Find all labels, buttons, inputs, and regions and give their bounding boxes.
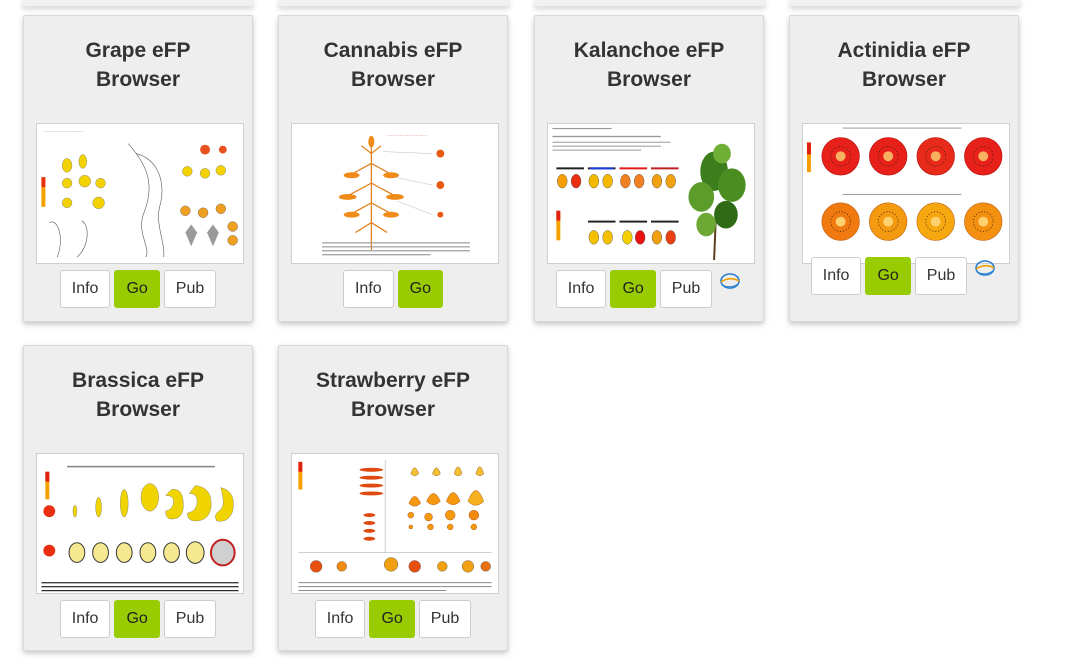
go-button[interactable]: Go xyxy=(114,600,160,638)
card-kalanchoe-efp: Kalanchoe eFP Browser Info Go Pub xyxy=(534,15,764,322)
card-cannabis-efp: Cannabis eFP Browser ...................… xyxy=(278,15,508,322)
pub-button[interactable]: Pub xyxy=(418,600,472,638)
card-actions: Info Go Pub xyxy=(535,270,763,308)
card-title: Grape eFP Browser xyxy=(85,39,191,91)
card-above-shadow xyxy=(278,0,510,6)
brassica-efp-thumbnail[interactable] xyxy=(36,453,244,594)
info-button[interactable]: Info xyxy=(555,270,607,308)
go-button[interactable]: Go xyxy=(865,257,911,295)
card-actions: Info Go xyxy=(279,270,507,308)
svg-text:..........................: .......................... xyxy=(43,128,84,134)
go-button[interactable]: Go xyxy=(610,270,656,308)
publication-globe-icon[interactable] xyxy=(718,272,742,292)
card-brassica-efp: Brassica eFP Browser Info Go Pub xyxy=(23,345,253,651)
card-actions: Info Go Pub xyxy=(790,257,1018,295)
card-grape-efp: Grape eFP Browser ......................… xyxy=(23,15,253,322)
card-title: Kalanchoe eFP Browser xyxy=(573,39,725,91)
card-above-shadow xyxy=(789,0,1021,6)
pub-button[interactable]: Pub xyxy=(659,270,713,308)
card-title: Strawberry eFP Browser xyxy=(315,369,471,421)
card-actions: Info Go Pub xyxy=(24,270,252,308)
card-strawberry-efp: Strawberry eFP Browser Info Go Pub xyxy=(278,345,508,651)
card-title: Actinidia eFP Browser xyxy=(837,39,971,91)
go-button[interactable]: Go xyxy=(369,600,415,638)
info-button[interactable]: Info xyxy=(59,600,111,638)
kalanchoe-efp-thumbnail[interactable] xyxy=(547,123,755,264)
info-button[interactable]: Info xyxy=(314,600,366,638)
pub-button[interactable]: Pub xyxy=(914,257,968,295)
card-title: Cannabis eFP Browser xyxy=(323,39,463,91)
card-above-shadow xyxy=(534,0,766,6)
actinidia-efp-thumbnail[interactable] xyxy=(802,123,1010,264)
card-above-shadow xyxy=(22,0,254,6)
svg-text:..............................: ................................ xyxy=(387,132,427,137)
card-actions: Info Go Pub xyxy=(24,600,252,638)
info-button[interactable]: Info xyxy=(59,270,111,308)
go-button[interactable]: Go xyxy=(397,270,444,308)
grape-efp-thumbnail[interactable]: .......................... xyxy=(36,123,244,264)
info-button[interactable]: Info xyxy=(810,257,862,295)
go-button[interactable]: Go xyxy=(114,270,160,308)
publication-globe-icon[interactable] xyxy=(973,259,997,279)
card-title: Brassica eFP Browser xyxy=(72,369,204,421)
card-actions: Info Go Pub xyxy=(279,600,507,638)
card-actinidia-efp: Actinidia eFP Browser Info Go Pub xyxy=(789,15,1019,322)
pub-button[interactable]: Pub xyxy=(163,600,217,638)
cannabis-efp-thumbnail[interactable]: ................................ xyxy=(291,123,499,264)
info-button[interactable]: Info xyxy=(342,270,394,308)
pub-button[interactable]: Pub xyxy=(163,270,217,308)
strawberry-efp-thumbnail[interactable] xyxy=(291,453,499,594)
